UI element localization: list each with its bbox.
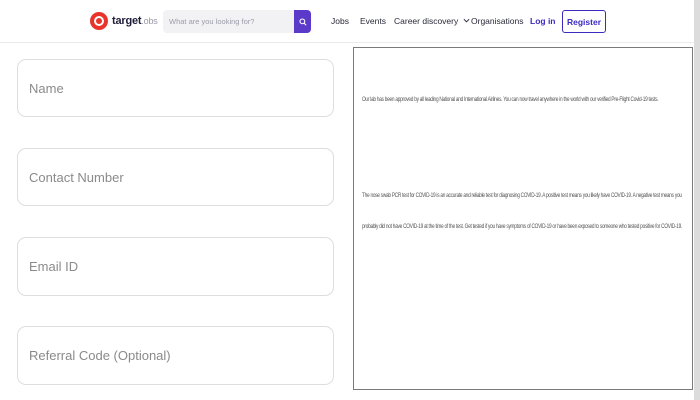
nav-career-discovery-label: Career discovery: [394, 16, 459, 26]
nav-events[interactable]: Events: [360, 16, 386, 26]
contact-number-field: [17, 148, 334, 206]
referral-code-field: [17, 326, 334, 385]
login-link[interactable]: Log in: [530, 16, 556, 26]
top-navigation-bar: target.obs Jobs Events Career discovery …: [0, 0, 700, 43]
brand-logo[interactable]: target.obs: [90, 11, 158, 31]
info-panel: Our lab has been approved by all leading…: [353, 47, 693, 390]
name-field: [17, 59, 334, 117]
page: target.obs Jobs Events Career discovery …: [0, 0, 700, 400]
nav-career-discovery[interactable]: Career discovery: [394, 16, 470, 26]
chevron-down-icon: [463, 18, 470, 23]
search-icon: [298, 17, 307, 26]
email-input[interactable]: [18, 238, 333, 295]
referral-code-input[interactable]: [18, 327, 333, 384]
page-scrollbar[interactable]: [694, 0, 700, 400]
nav-organisations[interactable]: Organisations: [471, 16, 523, 26]
brand-name: target.obs: [112, 15, 158, 27]
name-input[interactable]: [18, 60, 333, 116]
info-paragraph-pcr-line-1: The nose swab PCR test for COVID-19 is a…: [362, 192, 682, 199]
register-button[interactable]: Register: [562, 10, 606, 33]
search-bar: [163, 10, 311, 33]
search-input[interactable]: [163, 10, 289, 33]
info-paragraph-approval: Our lab has been approved by all leading…: [362, 96, 659, 103]
email-field: [17, 237, 334, 296]
contact-number-input[interactable]: [18, 149, 333, 205]
search-button[interactable]: [294, 10, 311, 33]
info-paragraph-pcr-line-2: probably did not have COVID-19 at the ti…: [362, 223, 683, 230]
nav-jobs[interactable]: Jobs: [331, 16, 349, 26]
target-logo-icon: [90, 12, 108, 30]
